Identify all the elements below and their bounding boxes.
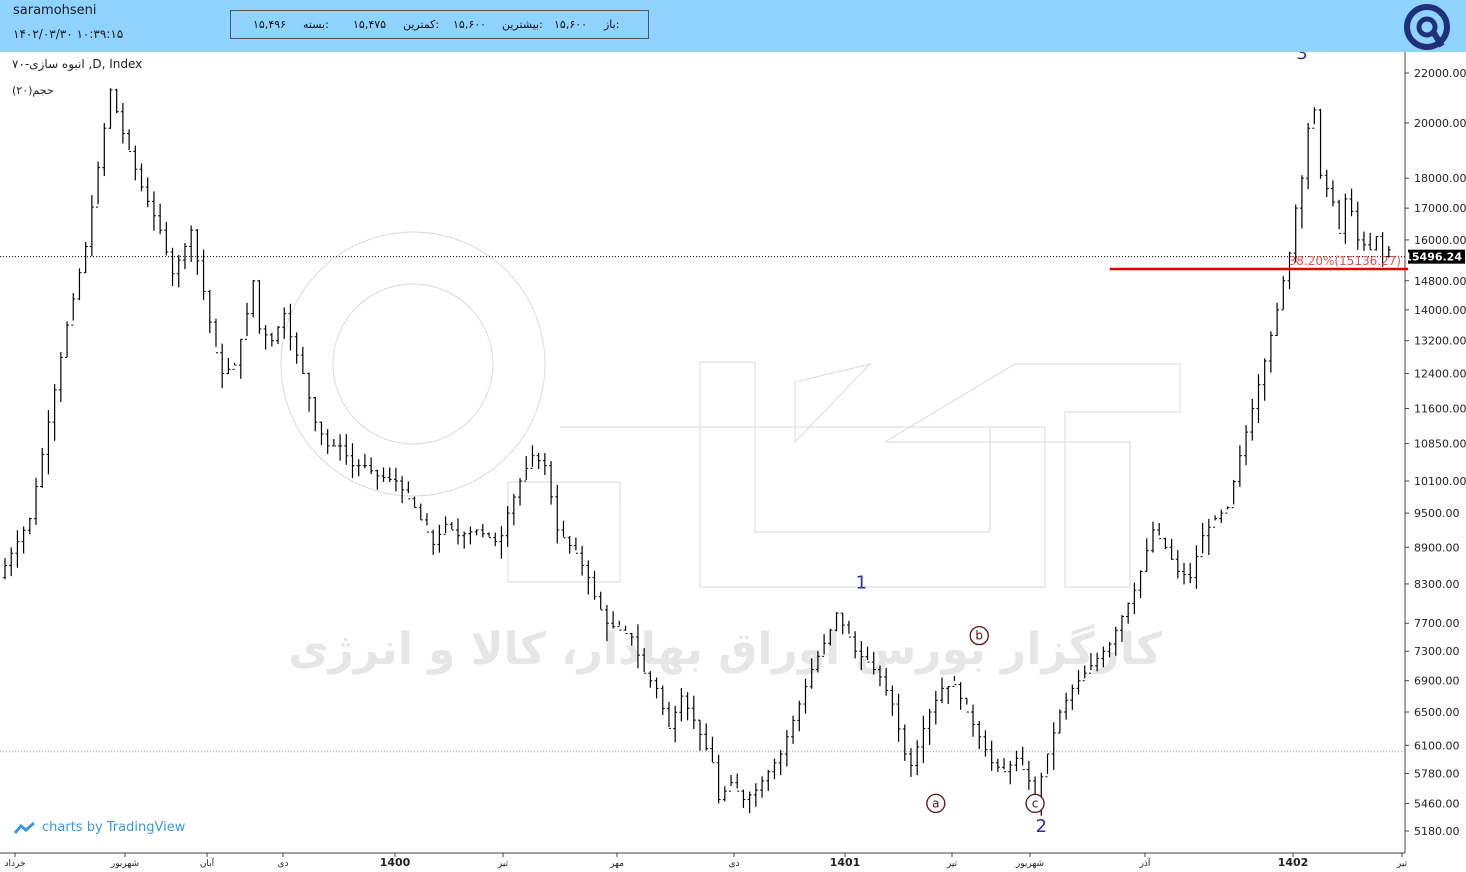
username: saramohseni <box>13 3 97 18</box>
low-label: کمترین: <box>403 18 440 31</box>
volume-label: حجم(۲۰) <box>12 84 54 97</box>
x-tick-label: آذر <box>1139 857 1151 869</box>
x-tick-label: 1401 <box>830 856 861 869</box>
wave-label-3: 3 <box>1296 52 1307 64</box>
wave-label-a: a <box>932 796 939 810</box>
x-tick-label: 1402 <box>1278 856 1309 869</box>
x-tick-label: خرداد <box>4 859 25 869</box>
y-tick-label: 6900.00 <box>1414 675 1460 688</box>
last-price-label: 15496.24 <box>1404 251 1462 264</box>
y-tick-label: 11600.00 <box>1414 402 1466 415</box>
x-tick-label: 1400 <box>380 856 411 869</box>
y-tick-label: 8300.00 <box>1414 578 1460 591</box>
y-tick-label: 10100.00 <box>1414 475 1466 488</box>
open-value: ۱۵,۶۰۰ <box>554 18 588 31</box>
x-tick-label: تیر <box>1396 859 1408 869</box>
x-tick-label: دی <box>277 859 288 869</box>
tradingview-text: charts by TradingView <box>42 820 186 835</box>
y-tick-label: 22000.00 <box>1414 67 1466 80</box>
y-tick-label: 6100.00 <box>1414 739 1460 752</box>
datetime: ۱۴۰۲/۰۳/۳۰ ۱۰:۳۹:۱۵ <box>13 27 124 41</box>
y-tick-label: 14800.00 <box>1414 275 1466 288</box>
wave-label-2: 2 <box>1036 816 1047 837</box>
wave-label-1: 1 <box>856 572 867 593</box>
high-value: ۱۵,۶۰۰ <box>453 18 487 31</box>
y-tick-label: 5180.00 <box>1414 825 1460 838</box>
fib-label: 38.20%(15136.27) <box>1289 254 1401 268</box>
watermark-text: کارگزار بورس اوراق بهادار، کالا و انرژی <box>288 623 1162 675</box>
x-tick-label: تیر <box>946 859 958 869</box>
watermark-logo-icon <box>280 231 1181 588</box>
x-tick-label: دی <box>728 859 739 869</box>
y-tick-label: 17000.00 <box>1414 202 1466 215</box>
x-tick-label: مهر <box>609 859 624 869</box>
y-tick-label: 12400.00 <box>1414 368 1466 381</box>
y-tick-label: 7300.00 <box>1414 645 1460 658</box>
y-tick-label: 16000.00 <box>1414 234 1466 247</box>
wave-label-c: c <box>1032 796 1039 810</box>
y-tick-label: 5780.00 <box>1414 768 1460 781</box>
y-tick-label: 20000.00 <box>1414 117 1466 130</box>
wave-label-b: b <box>975 629 983 643</box>
x-tick-label: تیر <box>497 859 509 869</box>
ohlc-box: باز: ۱۵,۶۰۰ بیشترین: ۱۵,۶۰۰ کمترین: ۱۵,۴… <box>230 10 649 39</box>
close-label: بسته: <box>303 18 329 31</box>
broker-logo-icon <box>1404 4 1450 50</box>
close-value: ۱۵,۴۹۶ <box>253 18 287 31</box>
y-tick-label: 6500.00 <box>1414 706 1460 719</box>
y-tick-label: 5460.00 <box>1414 797 1460 810</box>
symbol-label: انبوه سازی-۷۰ ,D, Index <box>12 57 143 71</box>
x-tick-label: شهریور <box>1015 859 1044 869</box>
y-tick-label: 8900.00 <box>1414 541 1460 554</box>
y-tick-label: 18000.00 <box>1414 172 1466 185</box>
y-tick-label: 9500.00 <box>1414 507 1460 520</box>
header-bar: saramohseni ۱۴۰۲/۰۳/۳۰ ۱۰:۳۹:۱۵ باز: ۱۵,… <box>0 0 1466 52</box>
open-label: باز: <box>604 18 620 31</box>
price-chart[interactable]: کارگزار بورس اوراق بهادار، کالا و انرژی 2… <box>0 52 1466 872</box>
x-tick-label: آبان <box>200 857 215 869</box>
y-tick-label: 13200.00 <box>1414 335 1466 348</box>
y-tick-label: 14000.00 <box>1414 304 1466 317</box>
tradingview-icon <box>13 821 35 834</box>
tradingview-credit[interactable]: charts by TradingView <box>13 820 186 835</box>
y-tick-label: 10850.00 <box>1414 437 1466 450</box>
low-value: ۱۵,۴۷۵ <box>353 18 387 31</box>
x-tick-label: شهریور <box>110 859 139 869</box>
high-label: بیشترین: <box>502 18 543 31</box>
y-tick-label: 7700.00 <box>1414 617 1460 630</box>
